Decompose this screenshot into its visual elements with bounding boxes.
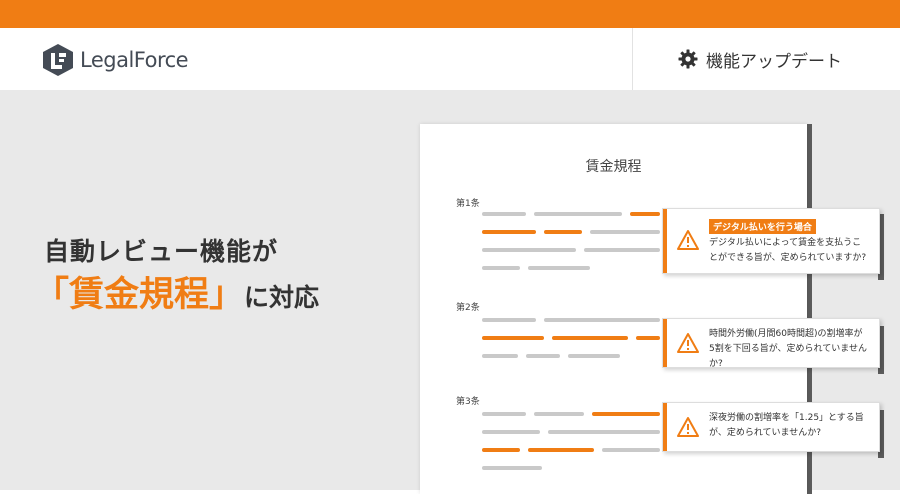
- review-callout[interactable]: 時間外労働(月間60時間超)の割増率が5割を下回る旨が、定められていませんか?: [662, 318, 880, 369]
- highlighted-line: [592, 412, 660, 416]
- text-line: [602, 448, 660, 452]
- review-callout[interactable]: 深夜労働の割増率を「1.25」とする旨が、定められていませんか?: [662, 402, 880, 452]
- callout-accent-bar: [663, 319, 667, 367]
- headline-line1: 自動レビュー機能が: [44, 237, 279, 266]
- text-line: [482, 212, 526, 216]
- text-line: [568, 354, 620, 358]
- site-header: LegalForce 機能アップデート: [0, 28, 900, 90]
- highlighted-line: [528, 448, 594, 452]
- article-label: 第2条: [456, 303, 480, 313]
- highlighted-line: [630, 212, 660, 216]
- callout-tag: デジタル払いを行う場合: [709, 219, 816, 234]
- text-line: [590, 230, 660, 234]
- legalforce-logo-icon: [43, 44, 73, 76]
- review-callout[interactable]: デジタル払いを行う場合 デジタル払いによって賃金を支払うことができる旨が、定めら…: [662, 208, 880, 274]
- warning-icon: [677, 417, 699, 437]
- callout-text: デジタル払いによって賃金を支払うことができる旨が、定められていますか?: [709, 238, 867, 263]
- feature-update-link[interactable]: 機能アップデート: [678, 45, 842, 73]
- callout-text: 時間外労働(月間60時間超)の割増率が5割を下回る旨が、定められていませんか?: [709, 329, 868, 369]
- warning-icon: [677, 230, 699, 250]
- headline-bracket-close: 」: [209, 275, 245, 315]
- hero-banner: 自動レビュー機能が 「賃金規程」に対応 賃金規程 第1条 第2条 第3条 デジタ…: [0, 90, 900, 494]
- headline-bracket-open: 「: [34, 275, 70, 315]
- headline-suffix: に対応: [244, 283, 320, 312]
- highlighted-line: [552, 336, 628, 340]
- highlighted-line: [482, 230, 536, 234]
- text-line: [482, 412, 526, 416]
- text-line: [482, 266, 520, 270]
- callout-accent-bar: [663, 209, 667, 273]
- document-title: 賃金規程: [585, 159, 642, 175]
- text-line: [534, 412, 584, 416]
- gear-icon: [678, 49, 698, 69]
- text-line: [534, 212, 622, 216]
- feature-update-label: 機能アップデート: [706, 51, 842, 72]
- highlighted-line: [636, 336, 660, 340]
- brand-logo-link[interactable]: LegalForce: [42, 42, 189, 78]
- text-line: [482, 354, 518, 358]
- article-label: 第3条: [456, 397, 480, 407]
- callout-accent-bar: [663, 403, 667, 451]
- highlighted-line: [482, 448, 520, 452]
- text-line: [584, 248, 660, 252]
- text-line: [482, 318, 536, 322]
- headline-line2: 「賃金規程」に対応: [34, 266, 319, 317]
- text-line: [528, 266, 590, 270]
- text-line: [482, 248, 576, 252]
- text-line: [482, 466, 542, 470]
- headline-keyword: 賃金規程: [69, 275, 210, 315]
- header-divider: [632, 28, 633, 90]
- text-line: [482, 430, 540, 434]
- top-accent-bar: [0, 0, 900, 28]
- text-line: [544, 318, 660, 322]
- text-line: [526, 354, 560, 358]
- brand-name: LegalForce: [80, 48, 189, 72]
- warning-icon: [677, 333, 699, 353]
- callout-text: 深夜労働の割増率を「1.25」とする旨が、定められていませんか?: [709, 413, 864, 438]
- highlighted-line: [544, 230, 582, 234]
- text-line: [548, 430, 660, 434]
- highlighted-line: [482, 336, 544, 340]
- article-label: 第1条: [456, 199, 480, 209]
